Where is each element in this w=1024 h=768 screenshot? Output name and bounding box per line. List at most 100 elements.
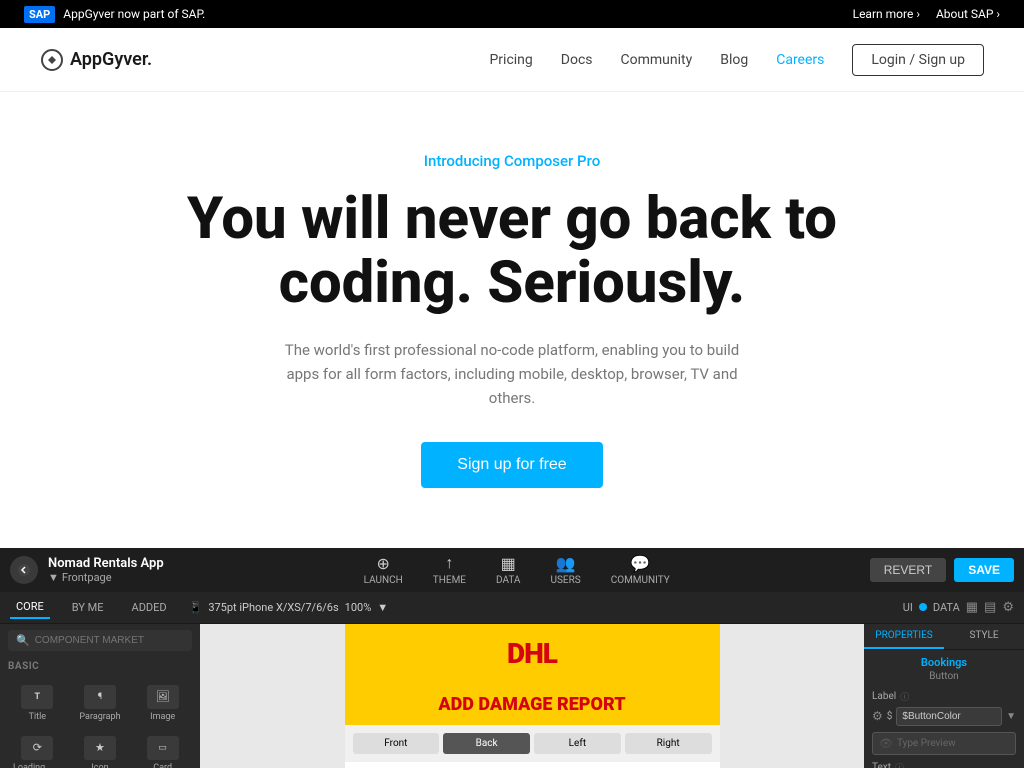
- ide-right-panel: PROPERTIES STYLE Bookings Button Label ⓘ…: [864, 624, 1024, 768]
- ide-back-button[interactable]: [10, 556, 38, 584]
- card-component-icon: ▭: [147, 736, 179, 760]
- revert-button[interactable]: REVERT: [870, 558, 946, 582]
- login-signup-button[interactable]: Login / Sign up: [852, 44, 984, 76]
- component-icon[interactable]: ★ Icon: [71, 731, 130, 768]
- app-preview: Nomad Rentals App ▼ Frontpage ⊕ LAUNCH ↑…: [0, 548, 1024, 768]
- signup-cta-button[interactable]: Sign up for free: [421, 442, 602, 488]
- data-icon: ▦: [501, 554, 516, 573]
- eye-icon: 👁: [879, 737, 893, 750]
- ide-right-tabs: PROPERTIES STYLE: [864, 624, 1024, 650]
- dhl-nav-right[interactable]: Right: [625, 733, 712, 754]
- ide-left-panel: 🔍 BASIC T Title ¶ Paragraph 🖼 Imag: [0, 624, 200, 768]
- logo-icon: [40, 48, 64, 72]
- theme-icon: ↑: [445, 553, 453, 573]
- component-image[interactable]: 🖼 Image: [133, 680, 192, 727]
- sap-logo: SAP: [24, 6, 55, 23]
- ide-view-icons: ▦ ▤ ⚙: [966, 600, 1014, 615]
- ide-canvas: DHL ADD DAMAGE REPORT Front Back Left Ri…: [200, 624, 864, 768]
- ide-main: 🔍 BASIC T Title ¶ Paragraph 🖼 Imag: [0, 624, 1024, 768]
- ui-dot: [919, 603, 927, 611]
- hero-title: You will never go back to coding. Seriou…: [102, 188, 922, 316]
- dhl-nav-left[interactable]: Left: [534, 733, 621, 754]
- ide-tab-added[interactable]: ADDED: [126, 597, 173, 618]
- main-nav: AppGyver. Pricing Docs Community Blog Ca…: [0, 28, 1024, 92]
- nav-logo[interactable]: AppGyver.: [40, 48, 152, 72]
- ide-right-section: Bookings Button Label ⓘ ⚙ $ $ButtonColor…: [864, 650, 1024, 768]
- ide-right-actions: REVERT SAVE: [870, 558, 1014, 582]
- label-value-select[interactable]: $ButtonColor: [896, 707, 1002, 726]
- properties-tab[interactable]: PROPERTIES: [864, 624, 944, 649]
- style-tab[interactable]: STYLE: [944, 624, 1024, 649]
- component-name: Bookings: [872, 656, 1016, 669]
- ide-device-selector: 📱 375pt iPhone X/XS/7/6/6s 100% ▼: [189, 601, 389, 614]
- nav-community[interactable]: Community: [621, 52, 693, 68]
- ide-community-action[interactable]: 💬 COMMUNITY: [611, 554, 670, 586]
- label-dollar-icon: $: [887, 711, 893, 722]
- ide-tab-byme[interactable]: BY ME: [66, 597, 110, 618]
- dhl-logo: DHL: [507, 637, 557, 670]
- icon-component-icon: ★: [84, 736, 116, 760]
- ide-search[interactable]: 🔍: [8, 630, 192, 651]
- ide-app-info: Nomad Rentals App ▼ Frontpage: [48, 556, 164, 584]
- component-paragraph[interactable]: ¶ Paragraph: [71, 680, 130, 727]
- community-icon: 💬: [630, 554, 650, 573]
- ide-theme-action[interactable]: ↑ THEME: [433, 553, 466, 586]
- text-field-label: Text ⓘ: [872, 761, 1016, 768]
- canvas-content: DHL ADD DAMAGE REPORT Front Back Left Ri…: [345, 624, 720, 768]
- search-input[interactable]: [35, 635, 184, 646]
- grid-view-icon[interactable]: ▦: [966, 600, 978, 615]
- nav-pricing[interactable]: Pricing: [489, 52, 532, 68]
- dhl-title: ADD DAMAGE REPORT: [361, 694, 704, 715]
- dhl-content: ADD DAMAGE REPORT: [345, 684, 720, 725]
- dhl-nav: Front Back Left Right: [345, 725, 720, 762]
- ide-topbar: Nomad Rentals App ▼ Frontpage ⊕ LAUNCH ↑…: [0, 548, 1024, 592]
- ide-container: Nomad Rentals App ▼ Frontpage ⊕ LAUNCH ↑…: [0, 548, 1024, 768]
- nav-blog[interactable]: Blog: [720, 52, 748, 68]
- save-button[interactable]: SAVE: [954, 558, 1014, 582]
- component-loading-spinner[interactable]: ⟳ Loading spinner: [8, 731, 67, 768]
- sap-banner-right: Learn more › About SAP ›: [853, 7, 1000, 21]
- label-field-info: ⓘ: [900, 690, 909, 703]
- settings-view-icon[interactable]: ⚙: [1002, 600, 1014, 615]
- ide-basic-label: BASIC: [0, 657, 200, 676]
- dhl-nav-front[interactable]: Front: [353, 733, 440, 754]
- text-preview-field: 👁 Type Preview: [872, 732, 1016, 755]
- dhl-nav-back[interactable]: Back: [443, 733, 530, 754]
- component-title[interactable]: T Title: [8, 680, 67, 727]
- component-card[interactable]: ▭ Card: [133, 731, 192, 768]
- component-type: Button: [872, 671, 1016, 682]
- ide-app-page: ▼ Frontpage: [48, 571, 164, 584]
- label-select-icon: ⚙: [872, 709, 883, 723]
- launch-icon: ⊕: [377, 554, 390, 573]
- nav-careers[interactable]: Careers: [776, 52, 824, 68]
- ide-tab-core[interactable]: CORE: [10, 596, 50, 619]
- hero-subtitle: Introducing Composer Pro: [102, 152, 922, 170]
- back-icon: [17, 563, 31, 577]
- users-icon: 👥: [556, 554, 576, 573]
- label-field-label: Label ⓘ: [872, 690, 1016, 703]
- hero-description: The world's first professional no-code p…: [272, 338, 752, 410]
- ide-app-name: Nomad Rentals App: [48, 556, 164, 571]
- paragraph-component-icon: ¶: [84, 685, 116, 709]
- list-view-icon[interactable]: ▤: [984, 600, 996, 615]
- text-field-info: ⓘ: [895, 761, 904, 768]
- image-component-icon: 🖼: [147, 685, 179, 709]
- about-sap-link[interactable]: About SAP ›: [936, 7, 1000, 21]
- spinner-component-icon: ⟳: [21, 736, 53, 760]
- search-icon: 🔍: [16, 634, 30, 647]
- nav-links: Pricing Docs Community Blog Careers Logi…: [489, 44, 984, 76]
- ide-ui-data-toggle: UI DATA ▦ ▤ ⚙: [903, 600, 1014, 615]
- sap-banner: SAP AppGyver now part of SAP. Learn more…: [0, 0, 1024, 28]
- ide-launch-action[interactable]: ⊕ LAUNCH: [364, 554, 403, 586]
- nav-docs[interactable]: Docs: [561, 52, 593, 68]
- ide-users-action[interactable]: 👥 USERS: [550, 554, 580, 586]
- ide-data-action[interactable]: ▦ DATA: [496, 554, 520, 586]
- sap-banner-message: AppGyver now part of SAP.: [63, 7, 205, 21]
- label-select-row: ⚙ $ $ButtonColor ▼: [872, 707, 1016, 726]
- ide-secondbar: CORE BY ME ADDED 📱 375pt iPhone X/XS/7/6…: [0, 592, 1024, 624]
- hero-section: Introducing Composer Pro You will never …: [82, 92, 942, 528]
- learn-more-link[interactable]: Learn more ›: [853, 7, 920, 21]
- dhl-header: DHL: [345, 624, 720, 684]
- ide-components-grid: T Title ¶ Paragraph 🖼 Image ⟳ Loading sp…: [0, 676, 200, 768]
- sap-banner-left: SAP AppGyver now part of SAP.: [24, 6, 205, 23]
